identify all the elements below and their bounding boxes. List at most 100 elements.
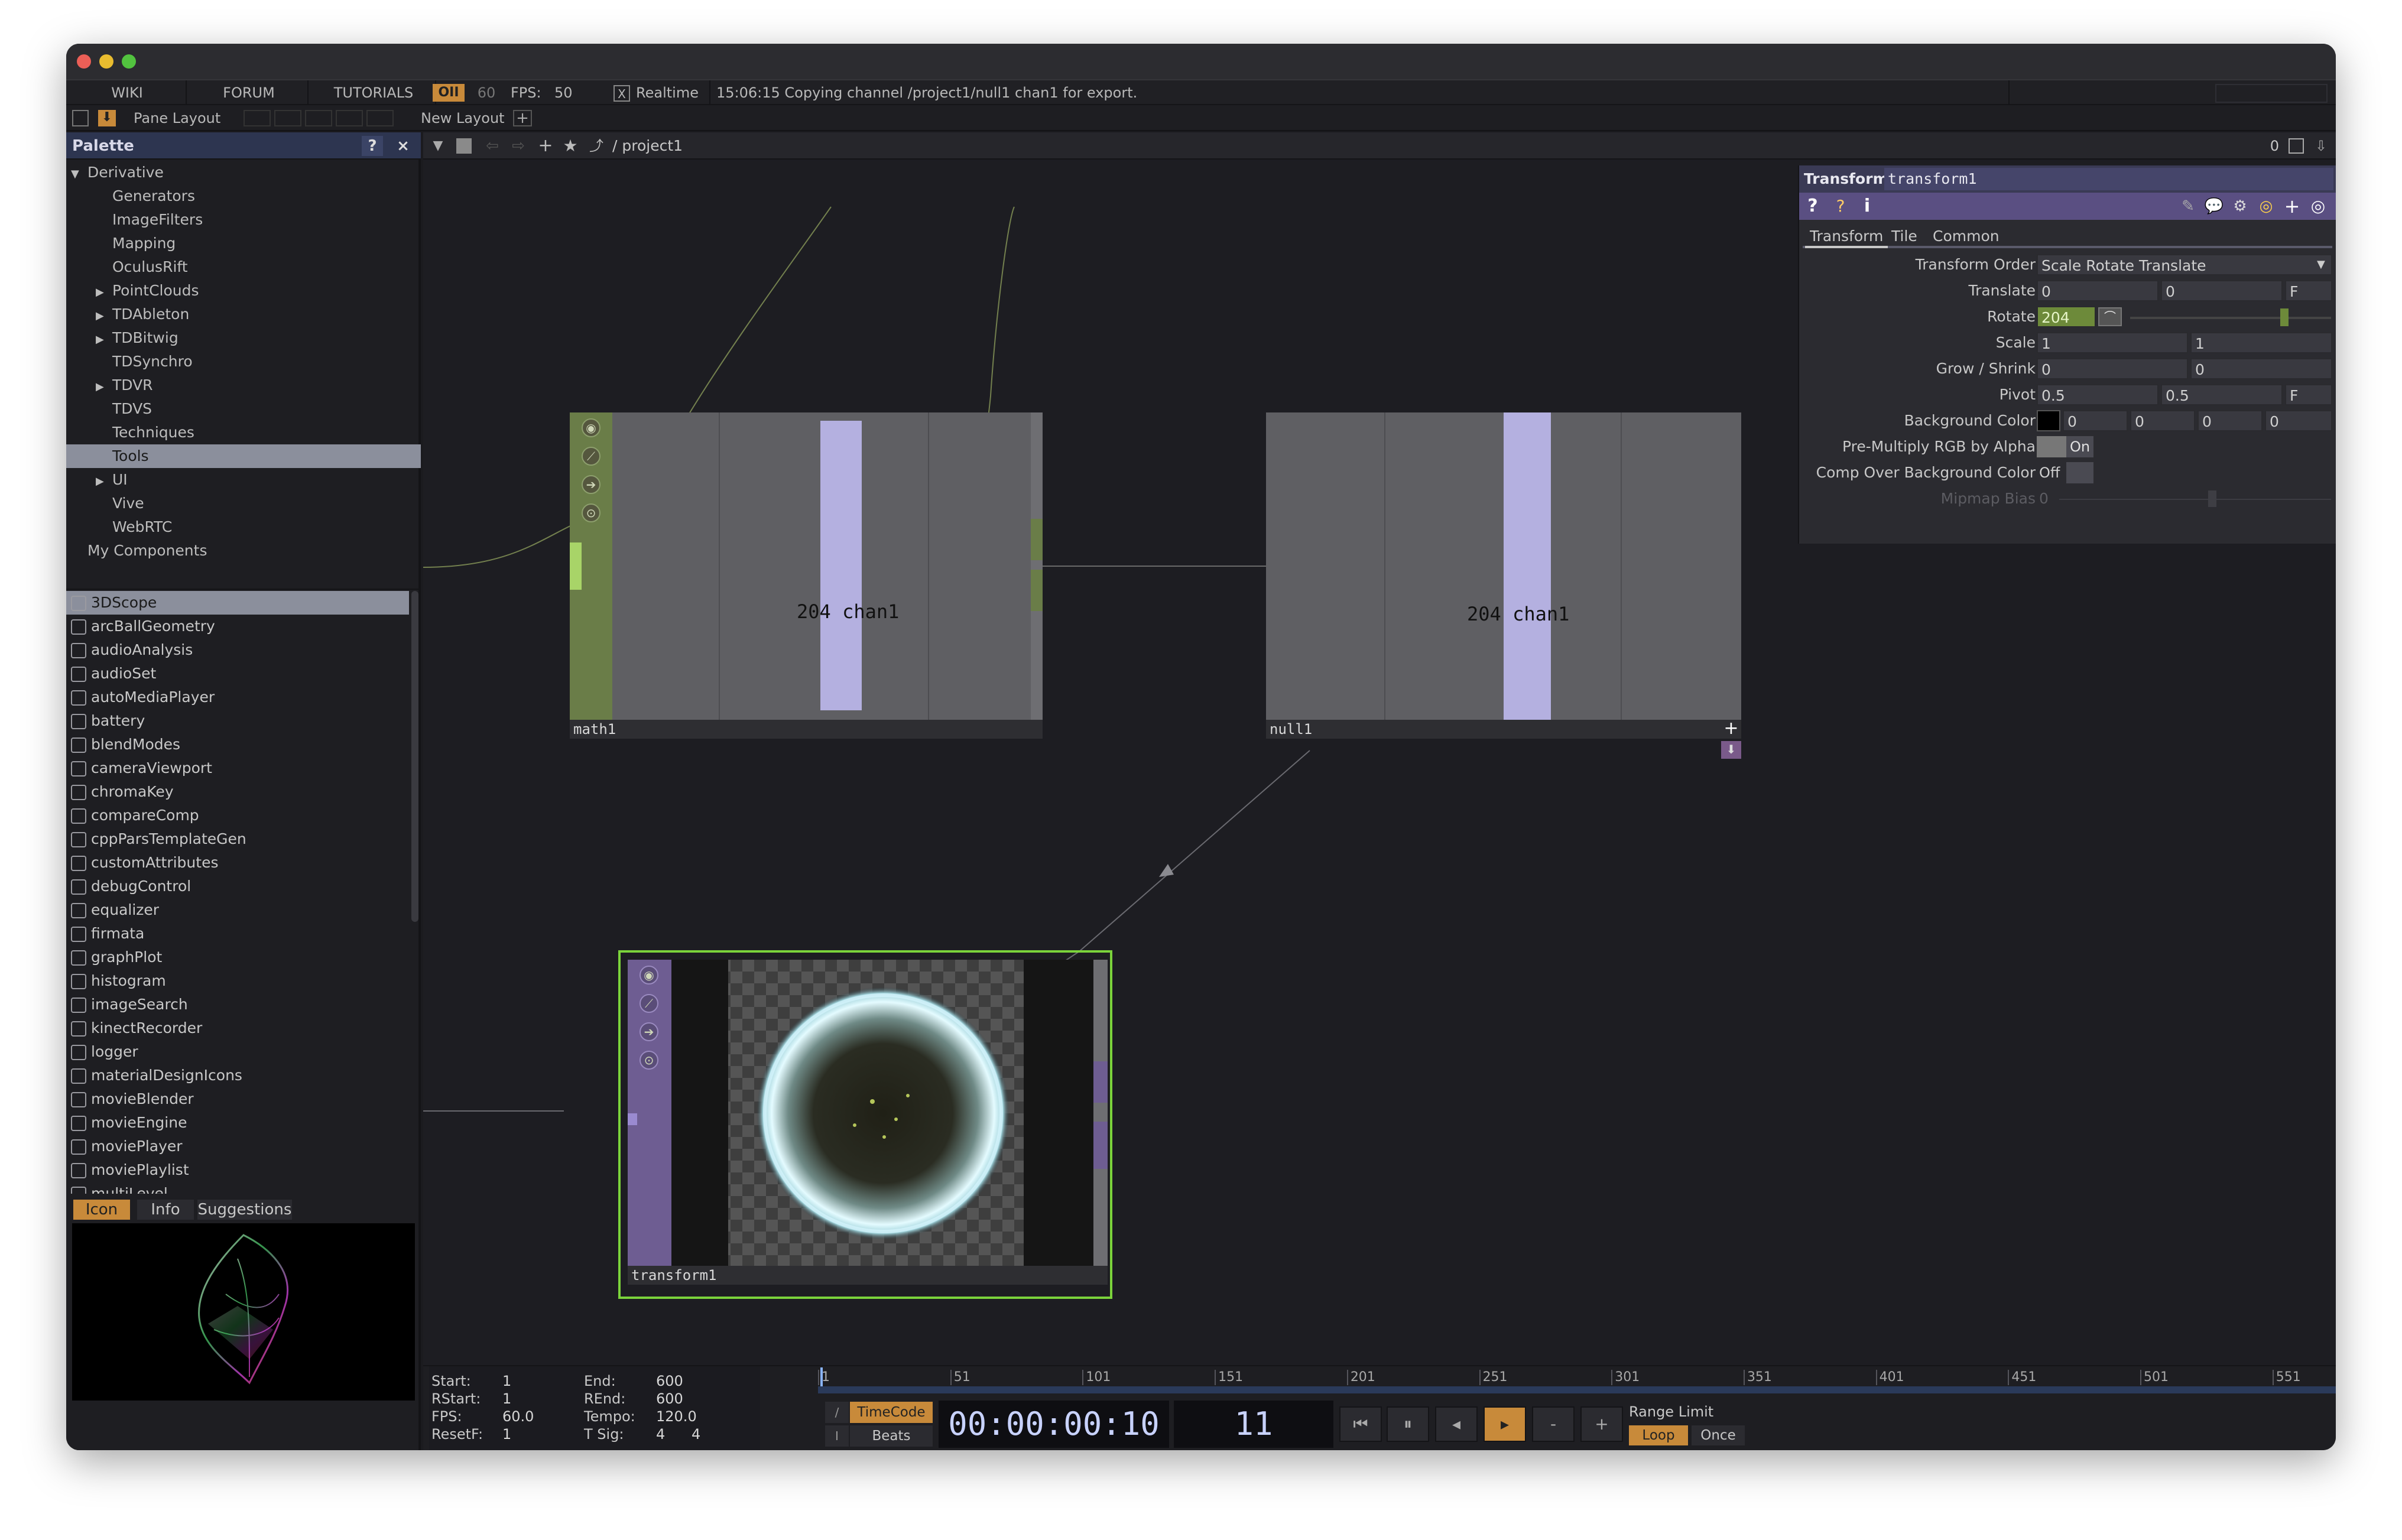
python-help-icon[interactable]: ? bbox=[1829, 195, 1852, 217]
pivot-x-field[interactable]: 0.5 bbox=[2037, 384, 2158, 405]
palette-folder-tdvr[interactable]: ▶ TDVR bbox=[96, 373, 153, 397]
tab-transform[interactable]: Transform bbox=[1805, 225, 1888, 248]
forum-button[interactable]: FORUM bbox=[190, 80, 309, 105]
component-item[interactable]: moviePlayer bbox=[66, 1135, 409, 1158]
oi-toggle[interactable]: OII bbox=[433, 84, 465, 102]
tab-common[interactable]: Common bbox=[1933, 225, 1999, 248]
mipmap-bias-field[interactable]: 0 bbox=[2039, 488, 2049, 509]
component-item[interactable]: imageSearch bbox=[66, 993, 409, 1016]
end-value[interactable]: 600 bbox=[656, 1372, 683, 1390]
stop-icon[interactable] bbox=[456, 138, 472, 154]
rotate-slider-handle[interactable] bbox=[2280, 308, 2289, 326]
palette-folder-tdbitwig[interactable]: ▶ TDBitwig bbox=[96, 326, 178, 350]
translate-y-field[interactable]: 0 bbox=[2161, 280, 2283, 301]
palette-folder-vive[interactable]: Vive bbox=[96, 492, 144, 515]
rotate-field[interactable]: 204 bbox=[2037, 306, 2096, 327]
component-item[interactable]: logger bbox=[66, 1040, 409, 1064]
math1-node[interactable]: ◉ ⟋ ➔ ⊙ 204 chan1 math1 bbox=[570, 412, 1043, 739]
component-item[interactable]: 3DScope bbox=[66, 591, 409, 615]
palette-folder-my-components[interactable]: My Components bbox=[71, 539, 207, 563]
edit-icon[interactable]: ✎ bbox=[2177, 195, 2199, 217]
null1-node[interactable]: 204 chan1 null1 + ⬇ bbox=[1266, 412, 1741, 759]
fps-value[interactable]: 60.0 bbox=[502, 1408, 534, 1425]
scale-x-field[interactable]: 1 bbox=[2037, 332, 2188, 353]
bg-color-a-field[interactable]: 0 bbox=[2265, 410, 2332, 431]
tsig-a-value[interactable]: 4 bbox=[656, 1425, 665, 1443]
palette-folder-webrtc[interactable]: WebRTC bbox=[96, 515, 172, 539]
premultiply-toggle[interactable]: On bbox=[2066, 436, 2093, 457]
background-color-swatch[interactable] bbox=[2037, 410, 2060, 431]
once-button[interactable]: Once bbox=[1692, 1425, 1745, 1445]
component-item[interactable]: moviePlaylist bbox=[66, 1158, 409, 1182]
back-arrow-icon[interactable]: ⇦ bbox=[482, 136, 502, 156]
palette-folder-tdsynchro[interactable]: TDSynchro bbox=[96, 350, 193, 373]
star-icon[interactable]: ★ bbox=[560, 136, 580, 156]
help-icon[interactable]: ? bbox=[1803, 195, 1823, 217]
translate-x-field[interactable]: 0 bbox=[2037, 280, 2158, 301]
pivot-y-field[interactable]: 0.5 bbox=[2161, 384, 2283, 405]
palette-folder-oculusrift[interactable]: OculusRift bbox=[96, 255, 188, 279]
component-item[interactable]: multiLevel bbox=[66, 1182, 409, 1194]
palette-help-button[interactable]: ? bbox=[362, 136, 383, 156]
component-item[interactable]: audioSet bbox=[66, 662, 409, 685]
realtime-checkbox[interactable]: X bbox=[614, 85, 630, 102]
component-item[interactable]: autoMediaPlayer bbox=[66, 685, 409, 709]
bg-color-r-field[interactable]: 0 bbox=[2063, 410, 2128, 431]
beats-button[interactable]: Beats bbox=[850, 1425, 933, 1447]
time-ruler[interactable]: 151101151201251301351401451501551600 bbox=[818, 1370, 2336, 1386]
lock-icon[interactable]: ⊙ bbox=[640, 1051, 658, 1070]
component-item[interactable]: cameraViewport bbox=[66, 756, 409, 780]
time-range-bar[interactable] bbox=[818, 1386, 2336, 1393]
pane-menu-icon[interactable]: ⇩ bbox=[2312, 136, 2330, 156]
comment-icon[interactable]: 💬 bbox=[2203, 195, 2225, 217]
component-item[interactable]: audioAnalysis bbox=[66, 638, 409, 662]
graph-icon[interactable]: ⟋ bbox=[582, 447, 600, 466]
pivot-unit-select[interactable]: F bbox=[2285, 384, 2332, 405]
layout-three-button[interactable] bbox=[336, 110, 363, 126]
tab-suggestions[interactable]: Suggestions bbox=[197, 1200, 292, 1220]
component-item[interactable]: firmata bbox=[66, 922, 409, 946]
resetf-value[interactable]: 1 bbox=[502, 1425, 511, 1443]
tab-icon[interactable]: Icon bbox=[73, 1200, 130, 1220]
python-icon[interactable]: ◎ bbox=[2255, 195, 2277, 217]
null1-down-arrow-icon[interactable]: ⬇ bbox=[1721, 741, 1741, 759]
grow-y-field[interactable]: 0 bbox=[2190, 358, 2332, 379]
component-item[interactable]: kinectRecorder bbox=[66, 1016, 409, 1040]
chevron-down-icon[interactable]: ▼ bbox=[71, 163, 87, 186]
network-path[interactable]: / project1 bbox=[612, 132, 683, 160]
lock-icon[interactable]: ⊙ bbox=[582, 503, 600, 522]
component-item[interactable]: debugControl bbox=[66, 875, 409, 898]
chevron-right-icon[interactable]: ▶ bbox=[96, 281, 112, 304]
layout-single-button[interactable] bbox=[244, 110, 271, 126]
palette-folder-tdableton[interactable]: ▶ TDAbleton bbox=[96, 303, 189, 326]
layout-four-button[interactable] bbox=[366, 110, 394, 126]
expression-icon[interactable]: ⌒ bbox=[2098, 307, 2122, 326]
component-item[interactable]: equalizer bbox=[66, 898, 409, 922]
palette-folder-tools[interactable]: Tools bbox=[96, 444, 149, 468]
palette-folder-imagefilters[interactable]: ImageFilters bbox=[96, 208, 203, 232]
bar-icon[interactable]: I bbox=[825, 1425, 849, 1447]
component-item[interactable]: battery bbox=[66, 709, 409, 733]
palette-folder-mapping[interactable]: Mapping bbox=[96, 232, 176, 255]
math1-name[interactable]: math1 bbox=[570, 720, 1043, 739]
timecode-button[interactable]: TimeCode bbox=[850, 1402, 933, 1423]
rstart-value[interactable]: 1 bbox=[502, 1390, 511, 1408]
rend-value[interactable]: 600 bbox=[656, 1390, 683, 1408]
layout-split-button[interactable] bbox=[274, 110, 301, 126]
palette-folder-tdvs[interactable]: TDVS bbox=[96, 397, 152, 421]
null1-name[interactable]: null1 bbox=[1266, 720, 1721, 739]
component-item[interactable]: movieEngine bbox=[66, 1111, 409, 1135]
input-connector[interactable] bbox=[570, 542, 582, 590]
frame-display[interactable]: 11 bbox=[1174, 1401, 1333, 1448]
scale-y-field[interactable]: 1 bbox=[2190, 332, 2332, 353]
zoom-window-button[interactable] bbox=[122, 54, 136, 69]
op-name-field[interactable]: transform1 bbox=[1884, 168, 2333, 190]
mipmap-slider-handle[interactable] bbox=[2208, 490, 2216, 507]
palette-folder-derivative[interactable]: ▼ Derivative bbox=[71, 161, 164, 184]
add-parameter-icon[interactable]: + bbox=[2281, 195, 2303, 217]
palette-folder-pointclouds[interactable]: ▶ PointClouds bbox=[96, 279, 199, 303]
step-back-icon[interactable]: ◂ bbox=[1435, 1406, 1478, 1442]
start-value[interactable]: 1 bbox=[502, 1372, 511, 1390]
chevron-right-icon[interactable]: ▶ bbox=[96, 304, 112, 328]
component-item[interactable]: materialDesignIcons bbox=[66, 1064, 409, 1087]
